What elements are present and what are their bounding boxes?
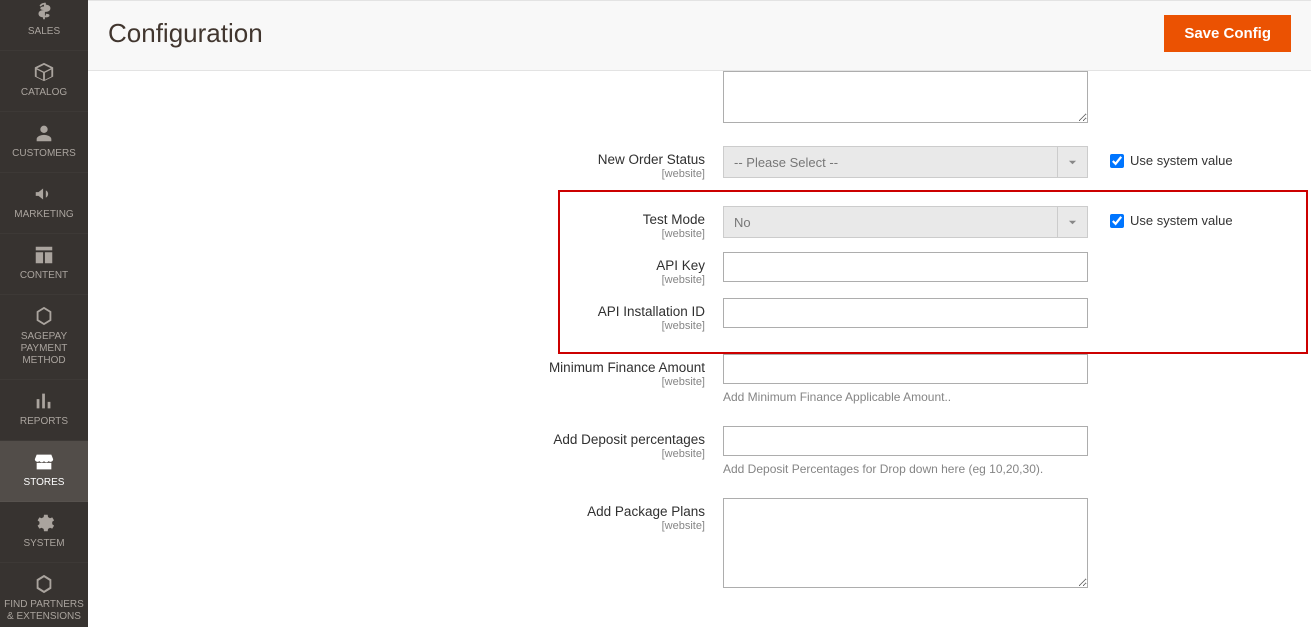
nav-sales[interactable]: SALES (0, 0, 88, 51)
store-icon (33, 451, 55, 473)
nav-partners[interactable]: FIND PARTNERS & EXTENSIONS (0, 563, 88, 627)
chevron-down-icon (1057, 147, 1087, 177)
select-new-order-status: -- Please Select -- (723, 146, 1088, 178)
scope-label: [website] (108, 520, 705, 532)
use-system-test-mode[interactable]: Use system value (1088, 206, 1233, 228)
input-min-finance[interactable] (723, 354, 1088, 384)
box-icon (33, 61, 55, 83)
puzzle-icon (33, 573, 55, 595)
checkbox-use-system[interactable] (1110, 154, 1124, 168)
label-deposit-percentages: Add Deposit percentages (553, 432, 705, 447)
use-system-new-order-status[interactable]: Use system value (1088, 146, 1233, 168)
scope-label: [website] (108, 168, 705, 180)
nav-label: CONTENT (20, 270, 68, 282)
label-package-plans: Add Package Plans (587, 504, 705, 519)
page-header: Configuration Save Config (88, 0, 1311, 71)
scope-label: [website] (108, 448, 705, 460)
gear-icon (33, 512, 55, 534)
label-api-key: API Key (656, 258, 705, 273)
input-top-textarea[interactable] (723, 71, 1088, 123)
input-deposit-percentages[interactable] (723, 426, 1088, 456)
nav-label: CATALOG (21, 87, 67, 99)
row-test-mode: Test Mode [website] No Use system value (108, 206, 1291, 240)
label-new-order-status: New Order Status (598, 152, 705, 167)
nav-label: MARKETING (14, 209, 73, 221)
nav-reports[interactable]: REPORTS (0, 380, 88, 441)
nav-catalog[interactable]: CATALOG (0, 51, 88, 112)
row-deposit-percentages: Add Deposit percentages [website] Add De… (108, 426, 1291, 476)
row-min-finance: Minimum Finance Amount [website] Add Min… (108, 354, 1291, 404)
admin-sidebar: SALES CATALOG CUSTOMERS MARKETING CONTEN… (0, 0, 88, 627)
nav-label: SALES (28, 26, 60, 38)
layout-icon (33, 244, 55, 266)
nav-label: FIND PARTNERS & EXTENSIONS (4, 599, 84, 623)
page-title: Configuration (108, 18, 263, 49)
row-api-key: API Key [website] (108, 252, 1291, 286)
nav-label: REPORTS (20, 416, 68, 428)
row-package-plans: Add Package Plans [website] (108, 498, 1291, 591)
nav-stores[interactable]: STORES (0, 441, 88, 502)
nav-content[interactable]: CONTENT (0, 234, 88, 295)
person-icon (33, 122, 55, 144)
hint-deposit-percentages: Add Deposit Percentages for Drop down he… (723, 462, 1088, 476)
bars-icon (33, 390, 55, 412)
label-api-installation-id: API Installation ID (598, 304, 705, 319)
main-panel: Configuration Save Config New Order Stat… (88, 0, 1311, 627)
dollar-icon (33, 0, 55, 22)
row-top-textarea (108, 71, 1291, 126)
config-content: New Order Status [website] -- Please Sel… (88, 71, 1311, 627)
chevron-down-icon (1057, 207, 1087, 237)
scope-label: [website] (108, 228, 705, 240)
label-min-finance: Minimum Finance Amount (549, 360, 705, 375)
scope-label: [website] (108, 376, 705, 388)
input-package-plans[interactable] (723, 498, 1088, 588)
row-api-installation-id: API Installation ID [website] (108, 298, 1291, 332)
hint-min-finance: Add Minimum Finance Applicable Amount.. (723, 390, 1088, 404)
nav-label: SYSTEM (23, 538, 64, 550)
scope-label: [website] (108, 274, 705, 286)
label-test-mode: Test Mode (643, 212, 705, 227)
hexagon-icon (33, 305, 55, 327)
nav-label: CUSTOMERS (12, 148, 76, 160)
scope-label: [website] (108, 320, 705, 332)
nav-label: STORES (24, 477, 65, 489)
input-api-key[interactable] (723, 252, 1088, 282)
input-api-installation-id[interactable] (723, 298, 1088, 328)
nav-customers[interactable]: CUSTOMERS (0, 112, 88, 173)
select-test-mode: No (723, 206, 1088, 238)
checkbox-use-system[interactable] (1110, 214, 1124, 228)
nav-sagepay[interactable]: SAGEPAY PAYMENT METHOD (0, 295, 88, 380)
nav-label: SAGEPAY PAYMENT METHOD (4, 331, 84, 367)
nav-system[interactable]: SYSTEM (0, 502, 88, 563)
row-new-order-status: New Order Status [website] -- Please Sel… (108, 146, 1291, 180)
nav-marketing[interactable]: MARKETING (0, 173, 88, 234)
save-config-button[interactable]: Save Config (1164, 15, 1291, 52)
megaphone-icon (33, 183, 55, 205)
